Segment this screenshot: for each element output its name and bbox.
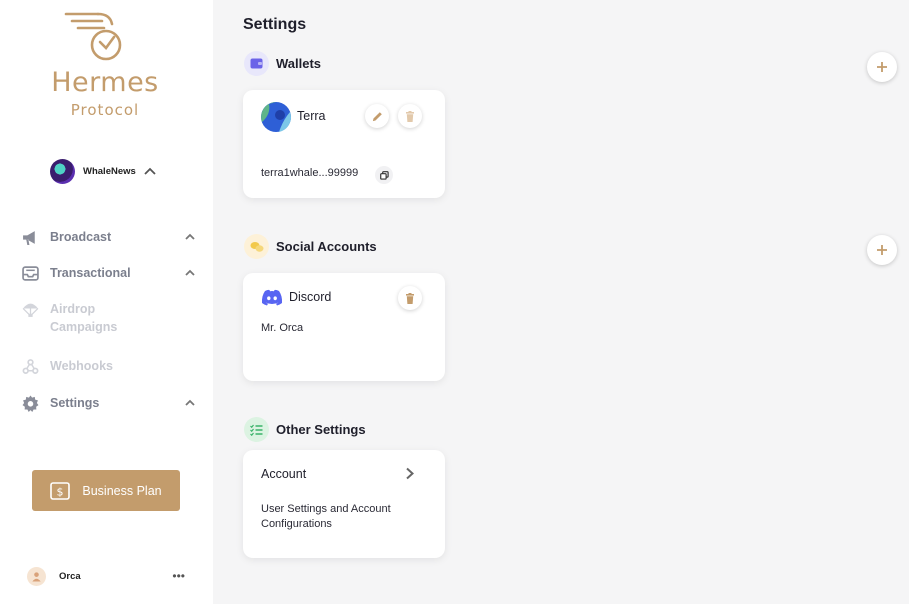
sidebar-item-settings[interactable]: Settings <box>22 394 196 412</box>
delete-social-account-button[interactable] <box>398 286 422 310</box>
edit-wallet-button[interactable] <box>365 104 389 128</box>
svg-text:$: $ <box>57 485 64 498</box>
chat-icon <box>244 234 269 259</box>
pencil-icon <box>372 111 382 121</box>
add-wallet-button[interactable] <box>867 52 897 82</box>
more-options-icon[interactable]: ••• <box>172 569 185 583</box>
sidebar-item-label: Webhooks <box>50 359 113 373</box>
sidebar-item-label: Settings <box>50 396 100 410</box>
terra-logo-icon <box>261 102 291 132</box>
account-card-title: Account <box>261 467 307 481</box>
copy-icon <box>379 170 389 180</box>
sidebar-item-broadcast[interactable]: Broadcast <box>22 228 196 246</box>
sidebar-item-webhooks[interactable]: Webhooks <box>22 357 196 375</box>
webhook-icon <box>22 359 39 374</box>
brand-subtitle: Protocol <box>70 101 140 119</box>
brand-logo[interactable]: Hermes Protocol <box>40 12 170 122</box>
chevron-up-icon <box>144 167 156 175</box>
sidebar-item-transactional[interactable]: Transactional <box>22 264 196 282</box>
add-social-account-button[interactable] <box>867 235 897 265</box>
user-icon <box>32 571 41 582</box>
wallet-address: terra1whale...99999 <box>261 167 359 179</box>
chevron-up-icon <box>185 269 195 276</box>
chevron-right-icon[interactable] <box>405 467 415 480</box>
sidebar-item-airdrop-campaigns[interactable]: Airdrop Campaigns <box>22 300 196 336</box>
dollar-icon: $ <box>50 481 71 500</box>
wallet-icon <box>244 51 269 76</box>
parachute-icon <box>22 303 39 317</box>
social-accounts-section-header: Social Accounts <box>244 234 377 259</box>
business-plan-button[interactable]: $ Business Plan <box>32 470 180 511</box>
other-settings-section-header: Other Settings <box>244 417 366 442</box>
section-title: Social Accounts <box>276 239 377 254</box>
user-profile[interactable]: Orca ••• <box>27 566 185 586</box>
plus-icon <box>877 62 887 72</box>
business-plan-label: Business Plan <box>82 483 162 498</box>
megaphone-icon <box>23 231 35 245</box>
wallet-card: Terra terra1whale...99999 <box>243 90 445 198</box>
wallets-section-header: Wallets <box>244 51 321 76</box>
sidebar-item-label: Airdrop Campaigns <box>50 302 118 334</box>
trash-icon <box>406 110 414 122</box>
chevron-up-icon <box>185 233 195 240</box>
chevron-up-icon <box>185 399 195 406</box>
account-settings-card[interactable]: Account User Settings and Account Config… <box>243 450 445 558</box>
hermes-wing-logo-icon <box>64 12 122 61</box>
plus-icon <box>877 245 887 255</box>
workspace-name: WhaleNews <box>83 165 136 177</box>
discord-icon <box>261 289 283 306</box>
sidebar-item-label: Transactional <box>50 266 131 280</box>
user-name: Orca <box>59 570 81 582</box>
page-title: Settings <box>243 16 307 33</box>
copy-address-button[interactable] <box>375 166 393 184</box>
brand-name: Hermes <box>51 67 159 98</box>
gear-icon <box>22 395 39 412</box>
inbox-icon <box>22 266 39 281</box>
social-account-handle: Mr. Orca <box>261 322 304 334</box>
wallet-name: Terra <box>297 109 326 123</box>
social-account-card: Discord Mr. Orca <box>243 273 445 381</box>
section-title: Other Settings <box>276 422 366 437</box>
avatar <box>27 566 46 586</box>
sidebar: Hermes Protocol WhaleNews Broadcast Tran… <box>0 0 213 604</box>
workspace-switcher[interactable]: WhaleNews <box>50 158 156 184</box>
social-account-name: Discord <box>289 290 332 304</box>
trash-icon <box>406 292 414 304</box>
section-title: Wallets <box>276 56 322 71</box>
checklist-icon <box>244 417 269 442</box>
delete-wallet-button[interactable] <box>398 104 422 128</box>
sidebar-item-label: Broadcast <box>50 230 112 244</box>
workspace-avatar <box>50 158 75 184</box>
account-card-description: User Settings and Account Configurations <box>261 503 391 530</box>
